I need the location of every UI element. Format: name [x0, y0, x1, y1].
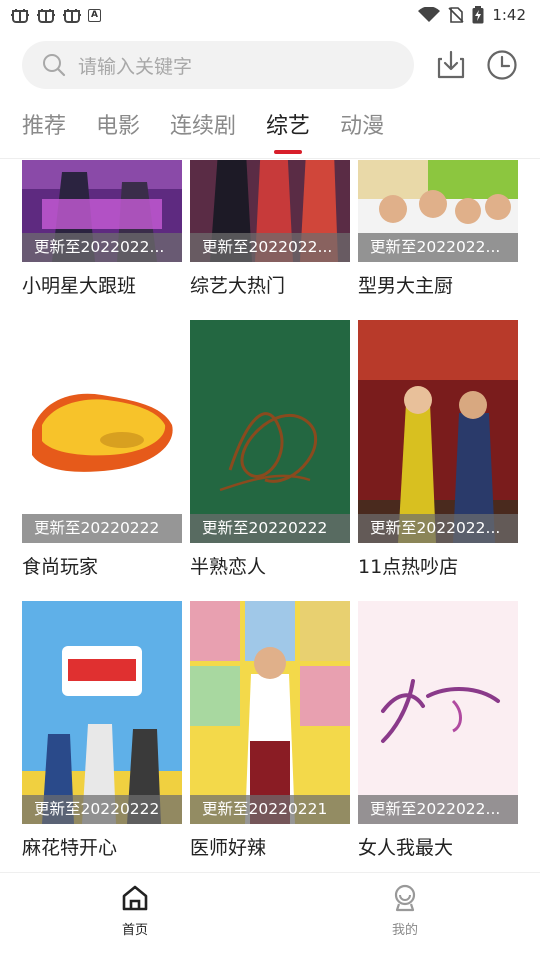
update-label: 更新至20220222 — [22, 514, 182, 543]
show-card[interactable]: 更新至20220221 医师好辣 — [190, 601, 350, 872]
show-title: 医师好辣 — [190, 837, 267, 859]
download-button[interactable] — [434, 48, 468, 82]
nav-me-label: 我的 — [391, 923, 418, 938]
battery-icon — [472, 6, 484, 24]
tab-recommend[interactable]: 推荐 — [22, 108, 66, 148]
update-label: 更新至2022022... — [358, 514, 518, 543]
search-icon — [43, 54, 66, 77]
status-bar: A 1:42 — [0, 0, 540, 30]
show-title: 麻花特开心 — [22, 837, 118, 859]
a-icon: A — [88, 8, 101, 22]
tab-anime[interactable]: 动漫 — [340, 108, 384, 148]
user-icon — [394, 884, 416, 912]
show-title: 11点热吵店 — [358, 556, 459, 578]
poster-image: 更新至2022022... — [358, 601, 518, 824]
poster-image: 更新至2022022... — [190, 160, 350, 262]
update-label: 更新至2022022... — [358, 233, 518, 262]
status-time: 1:42 — [492, 6, 526, 24]
show-title: 小明星大跟班 — [22, 275, 137, 297]
poster-image: 更新至2022022... — [358, 160, 518, 262]
update-label: 更新至2022022... — [22, 233, 182, 262]
poster-image: 更新至20220222 — [22, 320, 182, 543]
category-tabs: 推荐 电影 连续剧 综艺 动漫 — [22, 108, 384, 152]
show-card[interactable]: 更新至2022022... 小明星大跟班 — [22, 160, 182, 320]
show-card[interactable]: 更新至2022022... 型男大主厨 — [358, 160, 518, 320]
history-button[interactable] — [485, 48, 519, 82]
download-icon — [437, 50, 465, 79]
wifi-icon — [418, 7, 441, 22]
tab-variety[interactable]: 综艺 — [266, 108, 310, 148]
show-card[interactable]: 更新至20220222 半熟恋人 — [190, 320, 350, 601]
show-grid: 更新至2022022... 小明星大跟班 更新至2022022... 综艺大热门… — [22, 160, 518, 872]
update-label: 更新至20220222 — [22, 795, 182, 824]
status-notification-icons: A — [10, 6, 101, 24]
poster-image: 更新至20220221 — [190, 601, 350, 824]
history-icon — [487, 50, 517, 80]
update-label: 更新至20220222 — [190, 514, 350, 543]
show-card[interactable]: 更新至20220222 食尚玩家 — [22, 320, 182, 601]
bug-icon — [11, 9, 29, 23]
poster-image: 更新至2022022... — [358, 320, 518, 543]
tab-movies[interactable]: 电影 — [96, 108, 140, 148]
tab-divider — [0, 158, 540, 159]
update-label: 更新至2022022... — [358, 795, 518, 824]
nav-home[interactable]: 首页 — [95, 883, 175, 938]
home-icon — [122, 885, 148, 911]
show-title: 综艺大热门 — [190, 275, 286, 297]
bottom-navigation: 首页 我的 — [0, 872, 540, 960]
no-sim-icon — [448, 7, 464, 23]
status-system-icons: 1:42 — [418, 6, 526, 24]
show-title: 型男大主厨 — [358, 275, 454, 297]
update-label: 更新至20220221 — [190, 795, 350, 824]
nav-me[interactable]: 我的 — [365, 883, 445, 938]
search-input[interactable]: 请输入关键字 — [22, 41, 414, 89]
show-card[interactable]: 更新至2022022... 女人我最大 — [358, 601, 518, 872]
show-title: 女人我最大 — [358, 837, 454, 859]
tab-series[interactable]: 连续剧 — [170, 108, 236, 148]
update-label: 更新至2022022... — [190, 233, 350, 262]
content-scroll-area[interactable]: 更新至2022022... 小明星大跟班 更新至2022022... 综艺大热门… — [0, 160, 540, 872]
show-card[interactable]: 更新至2022022... 综艺大热门 — [190, 160, 350, 320]
bug-icon — [63, 9, 81, 23]
search-row: 请输入关键字 — [22, 40, 522, 90]
show-card[interactable]: 更新至2022022... 11点热吵店 — [358, 320, 518, 601]
nav-home-label: 首页 — [121, 923, 148, 938]
bug-icon — [37, 9, 55, 23]
show-title: 半熟恋人 — [190, 556, 267, 578]
poster-image: 更新至20220222 — [22, 601, 182, 824]
show-card[interactable]: 更新至20220222 麻花特开心 — [22, 601, 182, 872]
poster-image: 更新至2022022... — [22, 160, 182, 262]
show-title: 食尚玩家 — [22, 556, 99, 578]
search-placeholder: 请输入关键字 — [78, 55, 193, 78]
poster-image: 更新至20220222 — [190, 320, 350, 543]
